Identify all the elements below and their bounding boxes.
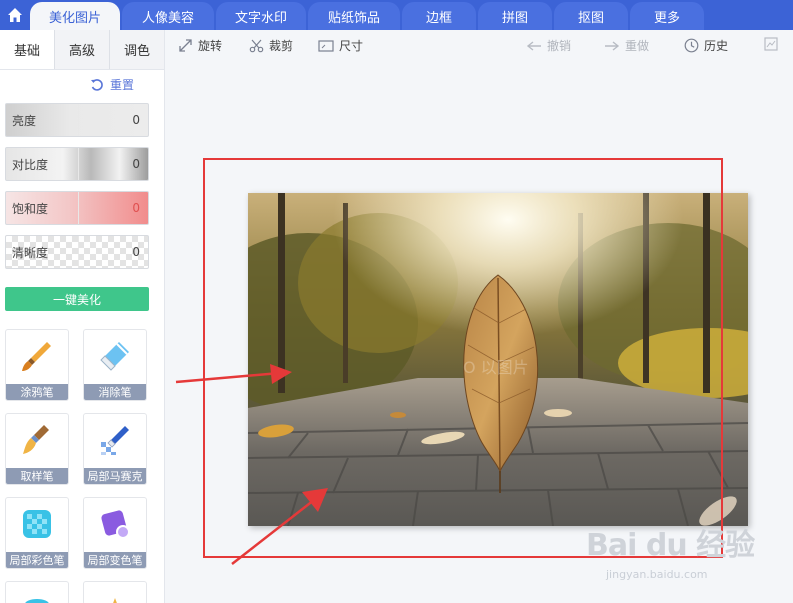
tab-collage[interactable]: 拼图 [478,2,552,30]
undo-icon [526,40,541,51]
tab-frame[interactable]: 边框 [402,2,476,30]
clock-icon [684,38,699,53]
tab-text-watermark[interactable]: 文字水印 [216,2,306,30]
sidebar-subtabs: 基础 高级 调色 [0,30,164,70]
redo-icon [605,40,620,51]
sharpness-slider[interactable]: 清晰度 0 [5,235,149,269]
tab-portrait[interactable]: 人像美容 [122,2,214,30]
color-pen-icon [23,510,51,538]
tool-sample-pen[interactable]: 取样笔 [5,413,69,485]
baidu-watermark-url: jingyan.baidu.com [606,568,708,581]
resize-icon [318,39,334,52]
tool-partial[interactable] [5,581,69,603]
brush-icon [22,342,51,371]
annotation-arrow-up [231,488,328,565]
sample-brush-icon [23,425,49,454]
sharpness-label: 清晰度 [12,245,49,260]
slider-divider [78,104,79,136]
tool-local-recolor-pen[interactable]: 局部变色笔 [83,497,147,569]
undo-label: 撤销 [547,39,572,53]
tool-name: 涂鸦笔 [6,384,68,400]
slider-divider [78,192,79,224]
crop-button[interactable]: 裁剪 [249,37,293,54]
subtab-advanced[interactable]: 高级 [54,30,109,69]
recolor-pen-icon [101,510,130,539]
subtab-color[interactable]: 调色 [109,30,164,69]
partial-tool-icon [113,598,117,603]
contrast-label: 对比度 [12,157,49,172]
brightness-slider[interactable]: 亮度 0 [5,103,149,137]
one-key-beautify-button[interactable]: 一键美化 [5,287,149,311]
tool-name: 消除笔 [84,384,146,400]
toolbar: 旋转 裁剪 尺寸 撤销 重做 历史 [166,30,793,60]
reset-button[interactable]: 重置 [90,76,134,93]
history-button[interactable]: 历史 [684,37,728,54]
scissors-icon [249,39,264,53]
tool-partial[interactable] [83,581,147,603]
reset-icon [91,78,103,91]
saturation-label: 饱和度 [12,201,49,216]
rotate-label: 旋转 [198,39,223,53]
subtab-basic[interactable]: 基础 [0,30,54,69]
home-icon [8,8,22,22]
annotation-arrow-right [175,364,292,384]
eraser-icon [100,342,129,371]
tool-local-mosaic[interactable]: 局部马赛克 [83,413,147,485]
contrast-slider[interactable]: 对比度 0 [5,147,149,181]
tool-eraser-pen[interactable]: 消除笔 [83,329,147,401]
saturation-slider[interactable]: 饱和度 0 [5,191,149,225]
top-nav: 美化图片 人像美容 文字水印 贴纸饰品 边框 拼图 抠图 更多 [0,0,793,30]
tool-local-color-pen[interactable]: 局部彩色笔 [5,497,69,569]
tab-more[interactable]: 更多 [630,2,704,30]
undo-button[interactable]: 撤销 [526,37,571,54]
brightness-label: 亮度 [12,113,37,128]
brightness-value: 0 [132,113,140,127]
redo-label: 重做 [625,39,650,53]
tool-doodle-pen[interactable]: 涂鸦笔 [5,329,69,401]
home-button[interactable] [0,0,30,30]
image-compare-icon [764,37,778,51]
size-label: 尺寸 [339,39,364,53]
sharpness-value: 0 [132,245,140,259]
baidu-watermark: Bai du 经验 [586,528,755,563]
tool-name: 局部彩色笔 [6,552,68,568]
rotate-icon [179,39,192,52]
partial-tool-icon [25,599,49,603]
mosaic-pen-icon [101,426,129,455]
saturation-value: 0 [132,201,140,215]
rotate-button[interactable]: 旋转 [178,37,222,54]
tool-name: 取样笔 [6,468,68,484]
slider-divider [78,148,79,180]
tab-beautify[interactable]: 美化图片 [30,2,120,30]
tool-name: 局部变色笔 [84,552,146,568]
tab-stickers[interactable]: 贴纸饰品 [308,2,400,30]
slider-divider [78,236,79,268]
history-label: 历史 [704,39,729,53]
redo-button[interactable]: 重做 [604,37,649,54]
tool-name: 局部马赛克 [84,468,146,484]
compare-button[interactable] [764,37,778,51]
reset-label: 重置 [110,78,135,92]
size-button[interactable]: 尺寸 [318,37,363,54]
tab-cutout[interactable]: 抠图 [554,2,628,30]
sidebar: 基础 高级 调色 重置 亮度 0 对比度 0 饱和度 0 清晰度 0 一键美化 [0,30,165,603]
crop-label: 裁剪 [269,39,294,53]
contrast-value: 0 [132,157,140,171]
